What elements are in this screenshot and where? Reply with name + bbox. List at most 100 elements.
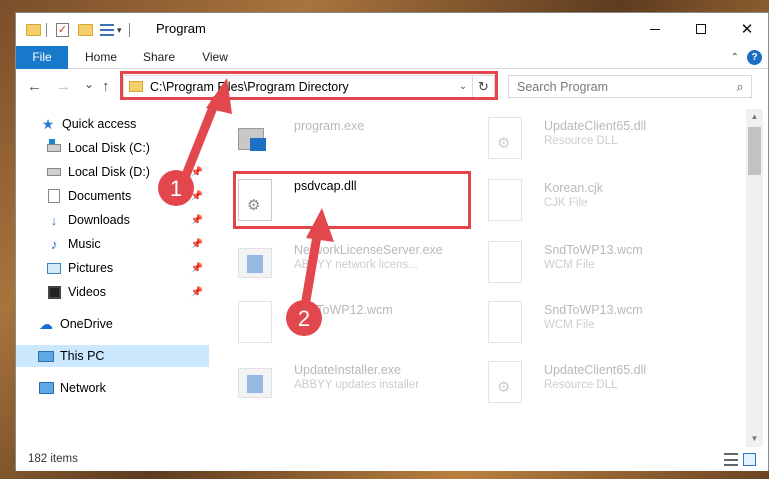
- sidebar-item-label: Local Disk (D:): [68, 165, 150, 179]
- file-item[interactable]: UpdateInstaller.exe ABBYY updates instal…: [238, 357, 478, 409]
- file-item-psdvcap[interactable]: ⚙ psdvcap.dll: [238, 175, 478, 227]
- tab-view[interactable]: View: [190, 46, 240, 69]
- folder-icon[interactable]: [26, 21, 41, 39]
- address-dropdown-icon[interactable]: ⌄: [454, 81, 472, 92]
- sidebar-item-documents[interactable]: Documents 📌: [16, 185, 209, 207]
- search-box[interactable]: Search Program ⌕: [508, 75, 752, 98]
- collapse-ribbon-icon[interactable]: ⌃: [731, 52, 739, 63]
- close-button[interactable]: ✕: [724, 13, 769, 45]
- file-item[interactable]: ⚙ UpdateClient65.dll Resource DLL: [488, 357, 728, 409]
- file-name: SndToWP12.wcm: [294, 303, 393, 317]
- sidebar-item-pictures[interactable]: Pictures 📌: [16, 257, 209, 279]
- music-icon: ♪: [50, 236, 58, 252]
- file-name: UpdateInstaller.exe: [294, 363, 402, 377]
- customize-dropdown-icon[interactable]: ▾: [117, 21, 122, 39]
- sidebar-item-label: Music: [68, 237, 101, 251]
- file-name: UpdateClient65.dll: [544, 119, 647, 133]
- vertical-scrollbar[interactable]: ▲ ▼: [746, 109, 763, 447]
- recent-locations-button[interactable]: ⌄: [84, 77, 94, 91]
- help-icon[interactable]: ?: [747, 50, 762, 65]
- exe-icon: [238, 117, 274, 161]
- sidebar-item-videos[interactable]: Videos 📌: [16, 281, 209, 303]
- up-button[interactable]: ↑: [102, 78, 110, 95]
- file-type: ABBYY updates installer: [294, 379, 420, 391]
- tab-home[interactable]: Home: [76, 46, 126, 69]
- pin-icon: 📌: [190, 286, 203, 298]
- tab-file[interactable]: File: [16, 46, 68, 69]
- properties-icon[interactable]: [100, 21, 114, 39]
- scroll-thumb[interactable]: [748, 127, 761, 175]
- file-item[interactable]: NetworkLicenseServer.exe ABBYY network l…: [238, 237, 478, 289]
- drive-icon: [46, 165, 62, 179]
- file-item[interactable]: ⚙ UpdateClient65.dll Resource DLL: [488, 113, 728, 165]
- file-item[interactable]: SndToWP12.wcm: [238, 297, 478, 349]
- app-icon: [238, 241, 274, 285]
- document-icon: [488, 179, 524, 223]
- sidebar-item-onedrive[interactable]: ☁ OneDrive: [16, 313, 209, 335]
- maximize-icon: [696, 24, 706, 34]
- file-name: NetworkLicenseServer.exe: [294, 243, 443, 257]
- details-view-icon[interactable]: [724, 453, 738, 466]
- file-type: WCM File: [544, 319, 595, 331]
- sidebar-item-local-disk-c[interactable]: Local Disk (C:): [16, 137, 209, 159]
- file-name: SndToWP13.wcm: [544, 243, 643, 257]
- maximize-button[interactable]: [678, 13, 724, 45]
- sidebar-item-this-pc[interactable]: This PC: [16, 345, 209, 367]
- large-icons-view-icon[interactable]: [743, 453, 756, 466]
- pin-icon: 📌: [190, 166, 203, 178]
- back-button[interactable]: ←: [27, 78, 42, 95]
- forward-button[interactable]: →: [56, 78, 71, 95]
- drive-icon: [46, 139, 62, 155]
- sidebar-item-label: Network: [60, 381, 106, 395]
- file-list: program.exe ⚙ UpdateClient65.dll Resourc…: [212, 109, 745, 447]
- minimize-icon: [650, 28, 660, 30]
- navigation-bar: ← → ⌄ ↑ C:\Program Files\Program Directo…: [16, 69, 768, 104]
- sidebar-item-label: Videos: [68, 285, 106, 299]
- file-item[interactable]: program.exe: [238, 113, 478, 165]
- file-name: UpdateClient65.dll: [544, 363, 647, 377]
- network-icon: [38, 381, 54, 395]
- title-separator: [129, 21, 130, 39]
- file-name: SndToWP13.wcm: [544, 303, 643, 317]
- sidebar-item-label: This PC: [60, 349, 105, 363]
- sidebar-item-quick-access[interactable]: ★ Quick access: [16, 113, 209, 135]
- minimize-button[interactable]: [632, 13, 678, 45]
- view-buttons: [724, 453, 756, 466]
- scroll-down-icon[interactable]: ▼: [746, 431, 763, 447]
- refresh-icon[interactable]: ↻: [472, 76, 494, 97]
- file-name: psdvcap.dll: [294, 179, 357, 193]
- scroll-up-icon[interactable]: ▲: [746, 109, 763, 125]
- address-path[interactable]: C:\Program Files\Program Directory: [150, 80, 454, 94]
- status-bar: 182 items: [16, 449, 768, 471]
- tab-share[interactable]: Share: [134, 46, 184, 69]
- search-input[interactable]: Search Program: [517, 80, 729, 94]
- document-icon: [488, 301, 524, 345]
- new-folder-icon[interactable]: [78, 21, 93, 39]
- pin-icon: 📌: [190, 238, 203, 250]
- file-item[interactable]: SndToWP13.wcm WCM File: [488, 237, 728, 289]
- file-name: program.exe: [294, 119, 365, 133]
- sidebar-item-downloads[interactable]: ↓ Downloads 📌: [16, 209, 209, 231]
- sidebar-item-label: Pictures: [68, 261, 114, 275]
- file-type: Resource DLL: [544, 379, 618, 391]
- sidebar-item-label: Documents: [68, 189, 132, 203]
- cloud-icon: ☁: [39, 315, 53, 332]
- folder-icon: [129, 81, 143, 92]
- search-icon[interactable]: ⌕: [729, 79, 751, 95]
- properties-checkmark-icon[interactable]: ✓: [56, 21, 69, 39]
- file-name: Korean.cjk: [544, 181, 604, 195]
- navigation-pane: ★ Quick access Local Disk (C:) Local Dis…: [16, 109, 211, 447]
- pictures-icon: [46, 261, 62, 275]
- sidebar-item-music[interactable]: ♪ Music 📌: [16, 233, 209, 255]
- dll-icon: ⚙: [488, 117, 524, 161]
- item-count: 182 items: [28, 453, 78, 465]
- file-item[interactable]: Korean.cjk CJK File: [488, 175, 728, 227]
- address-bar[interactable]: C:\Program Files\Program Directory ⌄ ↻: [123, 75, 495, 98]
- file-item[interactable]: SndToWP13.wcm WCM File: [488, 297, 728, 349]
- sidebar-item-local-disk-d[interactable]: Local Disk (D:) 📌: [16, 161, 209, 183]
- file-type: CJK File: [544, 197, 588, 209]
- star-icon: ★: [41, 115, 55, 132]
- window-title: Program: [156, 21, 206, 36]
- sidebar-item-network[interactable]: Network: [16, 377, 209, 399]
- documents-icon: [46, 189, 62, 203]
